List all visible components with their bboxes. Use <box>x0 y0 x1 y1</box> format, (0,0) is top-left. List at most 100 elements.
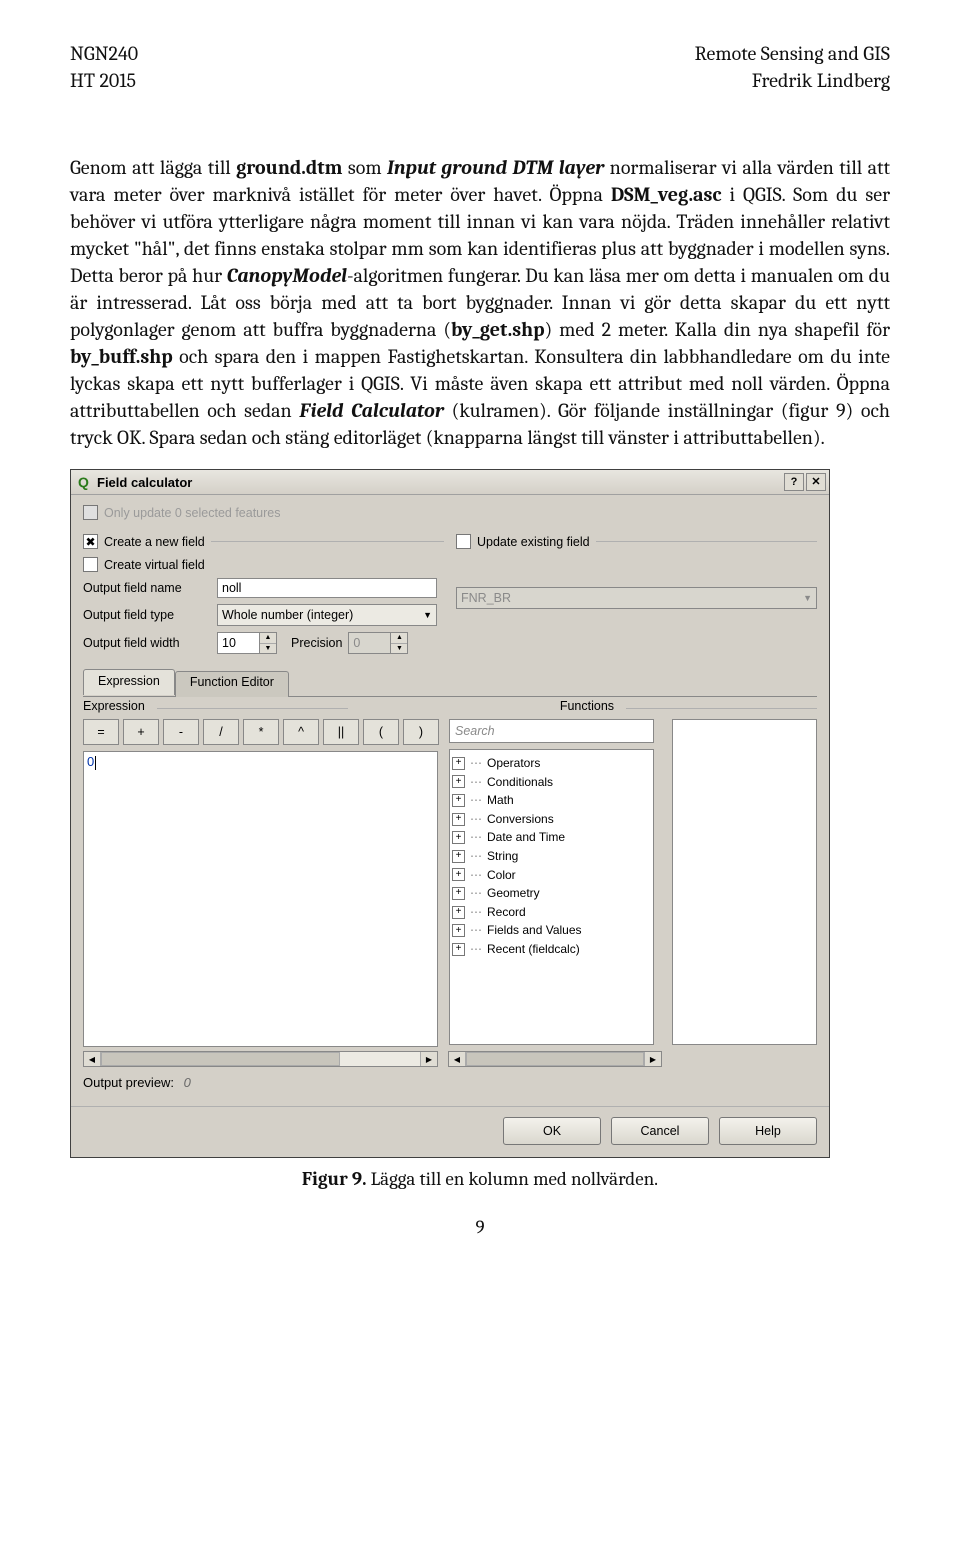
expand-icon[interactable]: + <box>452 943 465 956</box>
function-description-panel <box>672 719 817 1045</box>
dialog-title: Field calculator <box>97 475 782 490</box>
expand-icon[interactable]: + <box>452 906 465 919</box>
output-width-value: 10 <box>217 632 259 654</box>
expand-icon[interactable]: + <box>452 924 465 937</box>
filename-bybuff: by_buff.shp <box>70 345 173 368</box>
op-equals-button[interactable]: = <box>83 719 119 745</box>
divider <box>157 708 348 709</box>
create-new-field-checkbox[interactable]: ✖ Create a new field <box>83 534 205 549</box>
expand-icon[interactable]: + <box>452 831 465 844</box>
checkbox-icon: ✖ <box>83 534 98 549</box>
ok-button[interactable]: OK <box>503 1117 601 1145</box>
expression-hscrollbar[interactable]: ◀ ▶ <box>83 1051 438 1067</box>
output-type-dropdown[interactable]: Whole number (integer) ▼ <box>217 604 437 626</box>
tool-fieldcalc: Field Calculator <box>299 399 444 422</box>
scroll-track[interactable] <box>466 1052 644 1066</box>
figure-caption: Figur 9. Lägga till en kolumn med nollvä… <box>70 1168 890 1190</box>
tree-item-geometry[interactable]: +⋯Geometry <box>452 884 651 903</box>
help-button[interactable]: Help <box>719 1117 817 1145</box>
scroll-thumb[interactable] <box>101 1052 340 1066</box>
tree-label: Fields and Values <box>487 921 582 940</box>
scroll-right-icon[interactable]: ▶ <box>420 1052 437 1066</box>
cancel-button[interactable]: Cancel <box>611 1117 709 1145</box>
scroll-right-icon[interactable]: ▶ <box>644 1052 661 1066</box>
output-type-label: Output field type <box>83 608 211 622</box>
function-tree[interactable]: +⋯Operators +⋯Conditionals +⋯Math +⋯Conv… <box>449 749 654 1045</box>
divider <box>626 708 817 709</box>
close-titlebar-button[interactable]: ✕ <box>806 473 826 491</box>
tree-item-conversions[interactable]: + ⋯Conversions <box>452 810 651 829</box>
expand-icon[interactable]: + <box>452 887 465 900</box>
expand-icon[interactable]: + <box>452 794 465 807</box>
help-titlebar-button[interactable]: ? <box>784 473 804 491</box>
tree-dots-icon: ⋯ <box>470 847 483 866</box>
term: HT 2015 <box>70 67 138 94</box>
header-right: Remote Sensing and GIS Fredrik Lindberg <box>695 40 890 94</box>
filename-byget: by_get.shp <box>451 318 545 341</box>
tree-label: Conditionals <box>487 773 553 792</box>
header-left: NGN240 HT 2015 <box>70 40 138 94</box>
op-power-button[interactable]: ^ <box>283 719 319 745</box>
op-minus-button[interactable]: - <box>163 719 199 745</box>
checkbox-icon <box>83 557 98 572</box>
course-code: NGN240 <box>70 40 138 67</box>
scroll-track[interactable] <box>101 1052 420 1066</box>
tree-label: Conversions <box>487 810 554 829</box>
update-existing-checkbox[interactable]: Update existing field <box>456 534 590 549</box>
output-width-stepper[interactable]: 10 ▲▼ <box>217 632 277 654</box>
output-type-value: Whole number (integer) <box>222 608 353 622</box>
step-up-icon[interactable]: ▲ <box>260 633 276 644</box>
op-lparen-button[interactable]: ( <box>363 719 399 745</box>
expand-icon[interactable]: + <box>452 850 465 863</box>
scroll-thumb[interactable] <box>466 1052 644 1066</box>
function-search-input[interactable]: Search <box>449 719 654 743</box>
field-calculator-dialog: Q Field calculator ? ✕ Only update 0 sel… <box>70 469 830 1158</box>
output-name-input[interactable] <box>217 578 437 598</box>
expand-icon[interactable]: + <box>452 775 465 788</box>
output-name-label: Output field name <box>83 581 211 595</box>
preview-value: 0 <box>184 1075 191 1090</box>
tab-function-editor[interactable]: Function Editor <box>175 671 289 697</box>
tree-item-string[interactable]: +⋯String <box>452 847 651 866</box>
op-plus-button[interactable]: + <box>123 719 159 745</box>
section-headers: Expression Functions <box>83 696 817 719</box>
op-divide-button[interactable]: / <box>203 719 239 745</box>
checkbox-icon <box>83 505 98 520</box>
tree-dots-icon: ⋯ <box>470 884 483 903</box>
tree-item-record[interactable]: +⋯Record <box>452 903 651 922</box>
tree-item-color[interactable]: +⋯Color <box>452 866 651 885</box>
expand-icon[interactable]: + <box>452 813 465 826</box>
divider <box>211 541 444 542</box>
figure-text: Lägga till en kolumn med nollvärden. <box>366 1168 658 1190</box>
tree-hscrollbar[interactable]: ◀ ▶ <box>448 1051 662 1067</box>
precision-label: Precision <box>291 636 342 650</box>
expression-textarea[interactable]: 0 <box>83 751 438 1047</box>
expand-icon[interactable]: + <box>452 868 465 881</box>
scroll-left-icon[interactable]: ◀ <box>449 1052 466 1066</box>
tree-item-recent[interactable]: +⋯Recent (fieldcalc) <box>452 940 651 959</box>
tree-item-datetime[interactable]: +⋯Date and Time <box>452 828 651 847</box>
tree-item-conditionals[interactable]: +⋯Conditionals <box>452 773 651 792</box>
text: ) med 2 meter. Kalla din nya shapefil fö… <box>545 318 890 341</box>
expand-icon[interactable]: + <box>452 757 465 770</box>
divider <box>596 541 817 542</box>
tab-expression[interactable]: Expression <box>83 669 175 695</box>
op-multiply-button[interactable]: * <box>243 719 279 745</box>
expression-text: 0 <box>87 754 94 769</box>
tree-label: Date and Time <box>487 828 565 847</box>
create-virtual-field-checkbox[interactable]: Create virtual field <box>83 557 444 572</box>
tree-dots-icon: ⋯ <box>470 810 483 829</box>
create-new-field-group: ✖ Create a new field Create virtual fiel… <box>83 534 444 654</box>
create-new-label: Create a new field <box>104 535 205 549</box>
tree-item-math[interactable]: +⋯Math <box>452 791 651 810</box>
step-down-icon[interactable]: ▼ <box>260 644 276 654</box>
op-concat-button[interactable]: || <box>323 719 359 745</box>
tree-item-operators[interactable]: +⋯Operators <box>452 754 651 773</box>
scroll-left-icon[interactable]: ◀ <box>84 1052 101 1066</box>
tree-label: Operators <box>487 754 540 773</box>
functions-section-label: Functions <box>560 697 614 719</box>
op-rparen-button[interactable]: ) <box>403 719 439 745</box>
existing-field-dropdown: FNR_BR ▼ <box>456 587 817 609</box>
step-up-icon: ▲ <box>391 633 407 644</box>
tree-item-fields[interactable]: +⋯Fields and Values <box>452 921 651 940</box>
